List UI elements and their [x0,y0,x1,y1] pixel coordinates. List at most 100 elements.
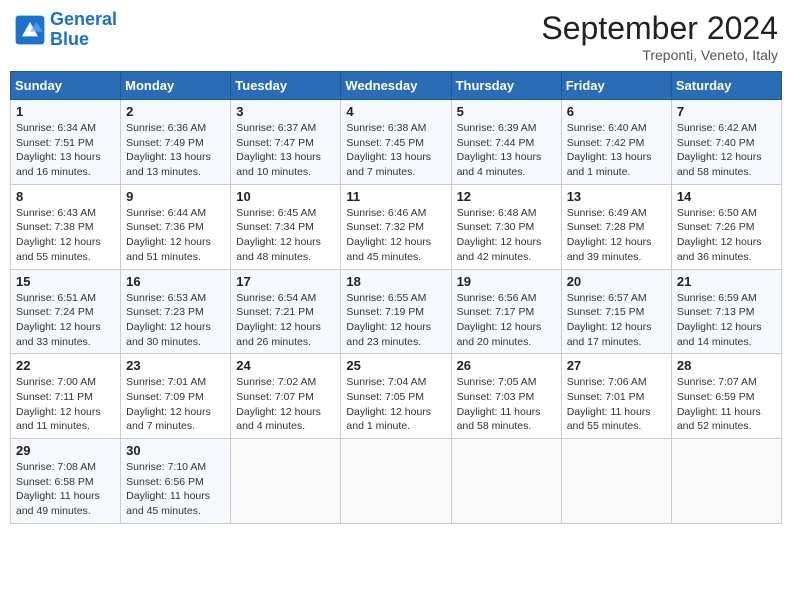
daylight-label: Daylight: 13 hours and 13 minutes. [126,151,211,178]
calendar-cell: 12 Sunrise: 6:48 AM Sunset: 7:30 PM Dayl… [451,184,561,269]
sunrise-label: Sunrise: 6:34 AM [16,122,96,134]
daylight-label: Daylight: 12 hours and 17 minutes. [567,321,652,348]
calendar-cell: 17 Sunrise: 6:54 AM Sunset: 7:21 PM Dayl… [231,269,341,354]
sunrise-label: Sunrise: 7:08 AM [16,461,96,473]
day-of-week-header: Sunday [11,72,121,100]
day-number: 17 [236,274,335,289]
sunrise-label: Sunrise: 6:37 AM [236,122,316,134]
sunset-label: Sunset: 7:15 PM [567,306,645,318]
calendar-cell: 5 Sunrise: 6:39 AM Sunset: 7:44 PM Dayli… [451,100,561,185]
day-info: Sunrise: 7:02 AM Sunset: 7:07 PM Dayligh… [236,375,335,434]
day-info: Sunrise: 6:38 AM Sunset: 7:45 PM Dayligh… [346,121,445,180]
sunset-label: Sunset: 7:28 PM [567,221,645,233]
page-header: General Blue September 2024 Treponti, Ve… [10,10,782,63]
daylight-label: Daylight: 12 hours and 48 minutes. [236,236,321,263]
day-info: Sunrise: 7:04 AM Sunset: 7:05 PM Dayligh… [346,375,445,434]
day-number: 23 [126,358,225,373]
calendar-cell: 26 Sunrise: 7:05 AM Sunset: 7:03 PM Dayl… [451,354,561,439]
sunrise-label: Sunrise: 6:45 AM [236,207,316,219]
sunset-label: Sunset: 7:42 PM [567,137,645,149]
day-info: Sunrise: 6:46 AM Sunset: 7:32 PM Dayligh… [346,206,445,265]
calendar-cell: 18 Sunrise: 6:55 AM Sunset: 7:19 PM Dayl… [341,269,451,354]
calendar-cell: 21 Sunrise: 6:59 AM Sunset: 7:13 PM Dayl… [671,269,781,354]
day-info: Sunrise: 7:08 AM Sunset: 6:58 PM Dayligh… [16,460,115,519]
sunrise-label: Sunrise: 7:10 AM [126,461,206,473]
day-number: 28 [677,358,776,373]
calendar-cell: 9 Sunrise: 6:44 AM Sunset: 7:36 PM Dayli… [121,184,231,269]
day-number: 16 [126,274,225,289]
day-info: Sunrise: 6:51 AM Sunset: 7:24 PM Dayligh… [16,291,115,350]
sunset-label: Sunset: 7:09 PM [126,391,204,403]
day-number: 5 [457,104,556,119]
day-number: 15 [16,274,115,289]
daylight-label: Daylight: 12 hours and 33 minutes. [16,321,101,348]
calendar-cell: 4 Sunrise: 6:38 AM Sunset: 7:45 PM Dayli… [341,100,451,185]
sunrise-label: Sunrise: 7:04 AM [346,376,426,388]
calendar-table: SundayMondayTuesdayWednesdayThursdayFrid… [10,71,782,524]
sunrise-label: Sunrise: 6:50 AM [677,207,757,219]
day-number: 19 [457,274,556,289]
day-info: Sunrise: 6:39 AM Sunset: 7:44 PM Dayligh… [457,121,556,180]
day-number: 20 [567,274,666,289]
calendar-cell [341,439,451,524]
sunset-label: Sunset: 6:59 PM [677,391,755,403]
daylight-label: Daylight: 12 hours and 26 minutes. [236,321,321,348]
calendar-cell: 24 Sunrise: 7:02 AM Sunset: 7:07 PM Dayl… [231,354,341,439]
month-title: September 2024 [541,10,778,47]
sunset-label: Sunset: 7:23 PM [126,306,204,318]
calendar-cell: 2 Sunrise: 6:36 AM Sunset: 7:49 PM Dayli… [121,100,231,185]
day-number: 21 [677,274,776,289]
daylight-label: Daylight: 12 hours and 20 minutes. [457,321,542,348]
calendar-cell: 29 Sunrise: 7:08 AM Sunset: 6:58 PM Dayl… [11,439,121,524]
day-info: Sunrise: 6:54 AM Sunset: 7:21 PM Dayligh… [236,291,335,350]
day-number: 14 [677,189,776,204]
calendar-cell: 20 Sunrise: 6:57 AM Sunset: 7:15 PM Dayl… [561,269,671,354]
daylight-label: Daylight: 12 hours and 55 minutes. [16,236,101,263]
daylight-label: Daylight: 12 hours and 11 minutes. [16,406,101,433]
sunrise-label: Sunrise: 6:57 AM [567,292,647,304]
sunset-label: Sunset: 7:07 PM [236,391,314,403]
sunset-label: Sunset: 7:49 PM [126,137,204,149]
sunrise-label: Sunrise: 6:44 AM [126,207,206,219]
day-number: 29 [16,443,115,458]
day-number: 30 [126,443,225,458]
day-number: 2 [126,104,225,119]
sunset-label: Sunset: 7:17 PM [457,306,535,318]
calendar-cell [671,439,781,524]
day-info: Sunrise: 6:53 AM Sunset: 7:23 PM Dayligh… [126,291,225,350]
day-number: 25 [346,358,445,373]
sunrise-label: Sunrise: 6:42 AM [677,122,757,134]
sunrise-label: Sunrise: 7:07 AM [677,376,757,388]
calendar-cell: 27 Sunrise: 7:06 AM Sunset: 7:01 PM Dayl… [561,354,671,439]
sunset-label: Sunset: 7:45 PM [346,137,424,149]
sunset-label: Sunset: 7:30 PM [457,221,535,233]
day-number: 8 [16,189,115,204]
sunset-label: Sunset: 7:40 PM [677,137,755,149]
day-info: Sunrise: 6:55 AM Sunset: 7:19 PM Dayligh… [346,291,445,350]
calendar-week-row: 15 Sunrise: 6:51 AM Sunset: 7:24 PM Dayl… [11,269,782,354]
day-info: Sunrise: 6:37 AM Sunset: 7:47 PM Dayligh… [236,121,335,180]
day-number: 10 [236,189,335,204]
calendar-cell: 6 Sunrise: 6:40 AM Sunset: 7:42 PM Dayli… [561,100,671,185]
day-info: Sunrise: 6:57 AM Sunset: 7:15 PM Dayligh… [567,291,666,350]
sunset-label: Sunset: 7:05 PM [346,391,424,403]
sunset-label: Sunset: 7:13 PM [677,306,755,318]
day-of-week-header: Friday [561,72,671,100]
sunrise-label: Sunrise: 6:55 AM [346,292,426,304]
day-info: Sunrise: 6:34 AM Sunset: 7:51 PM Dayligh… [16,121,115,180]
daylight-label: Daylight: 12 hours and 7 minutes. [126,406,211,433]
day-number: 27 [567,358,666,373]
sunrise-label: Sunrise: 6:56 AM [457,292,537,304]
daylight-label: Daylight: 13 hours and 1 minute. [567,151,652,178]
daylight-label: Daylight: 12 hours and 42 minutes. [457,236,542,263]
sunset-label: Sunset: 7:36 PM [126,221,204,233]
title-block: September 2024 Treponti, Veneto, Italy [541,10,778,63]
daylight-label: Daylight: 12 hours and 4 minutes. [236,406,321,433]
day-number: 22 [16,358,115,373]
calendar-week-row: 1 Sunrise: 6:34 AM Sunset: 7:51 PM Dayli… [11,100,782,185]
sunrise-label: Sunrise: 7:06 AM [567,376,647,388]
day-number: 6 [567,104,666,119]
day-of-week-header: Thursday [451,72,561,100]
sunset-label: Sunset: 7:26 PM [677,221,755,233]
location: Treponti, Veneto, Italy [541,47,778,63]
